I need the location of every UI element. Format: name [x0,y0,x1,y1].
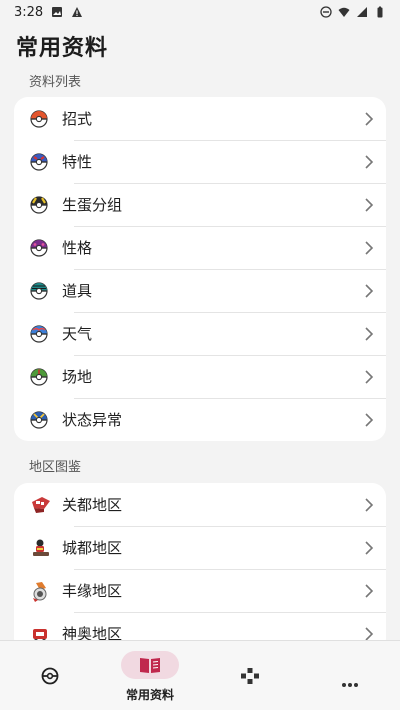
warning-icon [72,7,83,17]
nav-item-common-data[interactable]: 常用资料 [100,641,200,710]
list-item-label: 特性 [62,153,93,171]
list-item-label: 场地 [62,368,93,386]
list-item-label: 关都地区 [62,496,123,514]
list-item-label: 状态异常 [62,411,123,429]
great-ball-icon [30,152,48,171]
chevron-right-icon [365,154,374,169]
chevron-right-icon [365,497,374,512]
chevron-right-icon [365,240,374,255]
chevron-right-icon [365,412,374,427]
hoenn-icon [33,581,47,602]
quick-ball-icon [30,410,48,429]
wifi-icon [338,7,350,17]
list-item-natures[interactable]: 性格 [14,226,386,269]
bottom-nav: 常用资料 [0,640,400,710]
status-time: 3:28 [14,4,44,20]
battery-icon [377,6,383,18]
nav-active-indicator [121,651,179,679]
chevron-right-icon [365,540,374,555]
status-bar: 3:28 [0,0,400,24]
ultra-ball-icon [30,195,48,214]
signal-icon [357,7,367,17]
nav-label: 常用资料 [125,688,174,702]
net-ball-icon [30,281,48,300]
list-item-terrain[interactable]: 场地 [14,355,386,398]
kanto-icon [32,496,50,513]
list-item-abilities[interactable]: 特性 [14,140,386,183]
list-item-label: 招式 [62,110,93,128]
chevron-right-icon [365,583,374,598]
pokeball-icon [41,667,59,685]
regional-dex-card: 关都地区 城都地区 丰缘地区 神奥地区 [14,483,386,653]
gamepad-icon [241,668,259,684]
poke-ball-icon [30,109,48,128]
chevron-right-icon [365,326,374,341]
section-title-regional-dex: 地区图鉴 [29,460,82,475]
dive-ball-icon [30,324,48,343]
nav-item-games[interactable] [200,641,300,710]
list-item-label: 城都地区 [62,539,123,557]
chevron-right-icon [365,369,374,384]
chevron-right-icon [365,111,374,126]
nav-item-pokedex[interactable] [0,641,100,710]
list-item-label: 天气 [62,325,93,343]
dnd-icon [320,6,332,18]
section-title-data-list: 资料列表 [29,75,82,90]
more-icon [342,683,358,687]
list-item-label: 丰缘地区 [62,582,123,600]
list-item-johto[interactable]: 城都地区 [14,526,386,569]
book-icon [140,658,160,673]
image-icon [52,7,63,17]
list-item-items[interactable]: 道具 [14,269,386,312]
list-item-egg-groups[interactable]: 生蛋分组 [14,183,386,226]
list-item-hoenn[interactable]: 丰缘地区 [14,569,386,612]
list-item-label: 生蛋分组 [62,196,123,214]
johto-icon [33,539,49,556]
chevron-right-icon [365,626,374,641]
list-item-moves[interactable]: 招式 [14,97,386,140]
nav-item-more[interactable] [300,641,400,710]
friend-ball-icon [30,367,48,386]
list-item-weather[interactable]: 天气 [14,312,386,355]
list-item-label: 性格 [62,239,93,257]
list-item-kanto[interactable]: 关都地区 [14,483,386,526]
master-ball-icon [30,238,48,257]
list-item-label: 道具 [62,282,93,300]
page-title: 常用资料 [16,36,109,61]
list-item-status-conditions[interactable]: 状态异常 [14,398,386,441]
chevron-right-icon [365,197,374,212]
chevron-right-icon [365,283,374,298]
data-list-card: 招式 特性 生蛋分组 性格 道具 天气 场地 状态异常 [14,97,386,441]
